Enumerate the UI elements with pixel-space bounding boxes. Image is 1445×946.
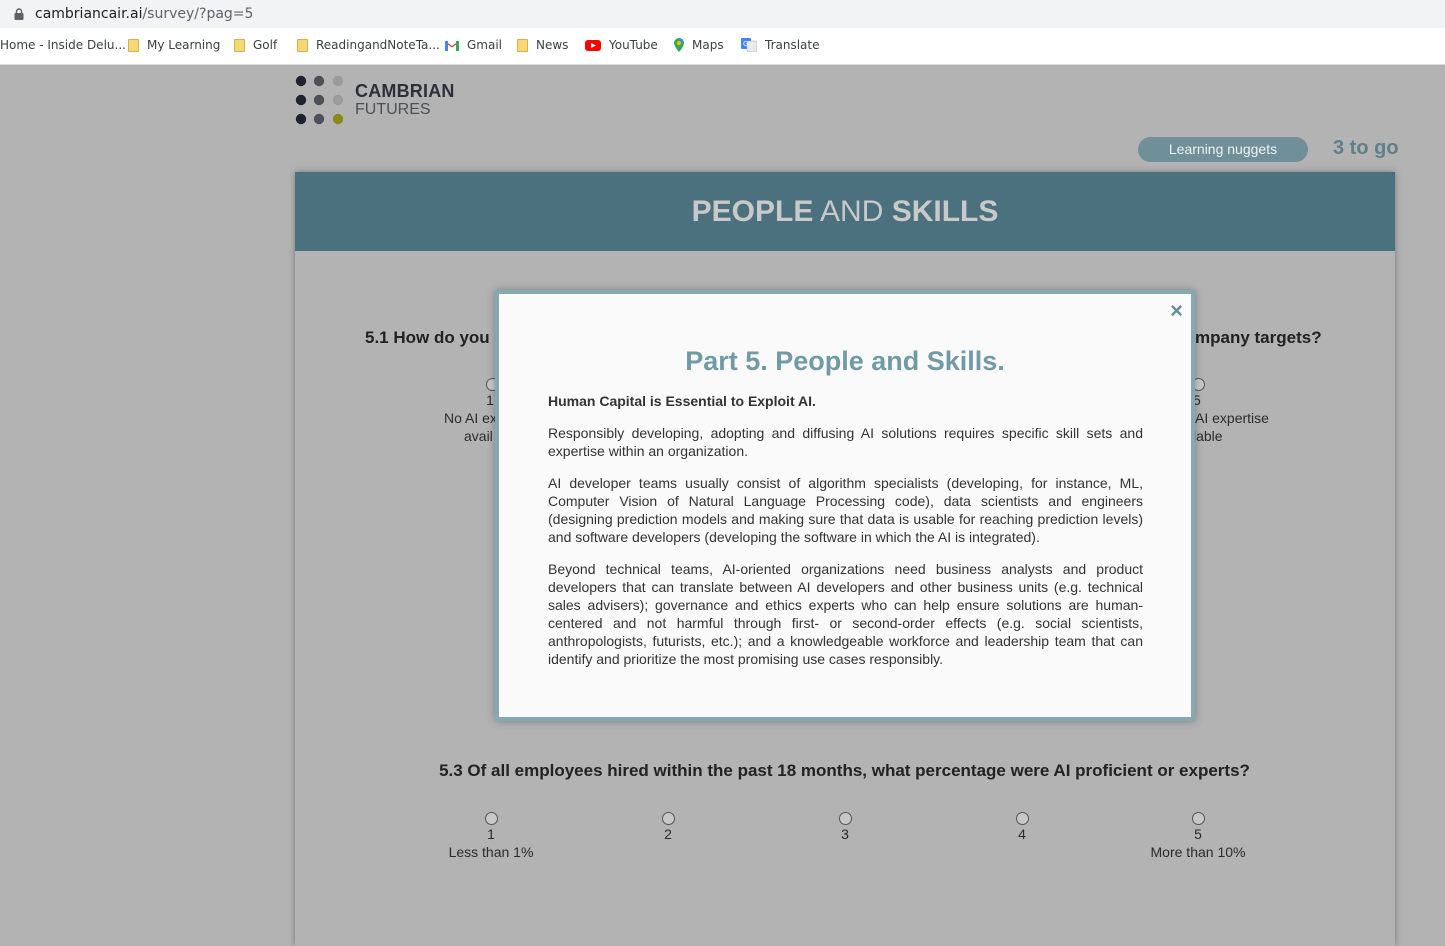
bookmark-label: Golf	[253, 38, 278, 52]
radio-button[interactable]	[838, 812, 852, 825]
translate-icon: G	[741, 38, 757, 52]
bookmark-label: Gmail	[467, 38, 503, 52]
bookmark-youtube[interactable]: YouTube	[585, 38, 658, 52]
modal-paragraph: Responsibly developing, adopting and dif…	[548, 425, 1143, 459]
option-number: 4	[1018, 826, 1026, 842]
option-number: 5	[1194, 826, 1202, 842]
radio-button[interactable]	[661, 812, 675, 825]
browser-address-bar[interactable]: cambriancair.ai/survey/?pag=5	[0, 0, 1445, 28]
option-label: Less than 1%	[448, 844, 534, 860]
question-5-3-text: 5.3 Of all employees hired within the pa…	[0, 761, 1445, 781]
section-title-word: SKILLS	[891, 195, 999, 228]
modal-body: Human Capital is Essential to Exploit AI…	[548, 392, 1143, 682]
section-title-word: PEOPLE	[691, 195, 814, 228]
cambrian-logo[interactable]: CAMBRIAN FUTURES	[295, 75, 455, 127]
youtube-icon	[585, 39, 601, 51]
question-5-3-option-3[interactable]: 3	[795, 812, 895, 843]
folder-icon	[297, 38, 308, 52]
url-text[interactable]: cambriancair.ai/survey/?pag=5	[35, 6, 253, 22]
bookmark-label: Maps	[692, 38, 724, 52]
folder-icon	[234, 38, 245, 52]
option-number: 3	[841, 826, 849, 842]
logo-text-line1: CAMBRIAN	[355, 81, 455, 101]
bookmark-label: Translate	[765, 38, 820, 52]
bookmark-home[interactable]: Home - Inside Delu...	[0, 38, 126, 52]
modal-paragraph: Beyond technical teams, AI-oriented orga…	[548, 561, 1143, 667]
modal-lead: Human Capital is Essential to Exploit AI…	[548, 393, 816, 409]
option-label: lable	[1193, 428, 1223, 444]
bookmark-label: Home - Inside Delu...	[0, 38, 126, 52]
question-5-3-option-1[interactable]: 1 Less than 1%	[441, 812, 541, 861]
svg-text:G: G	[743, 40, 748, 48]
question-5-1-suffix: mpany targets?	[1195, 328, 1322, 347]
question-5-3-option-2[interactable]: 2	[618, 812, 718, 843]
modal-title: Part 5. People and Skills.	[685, 346, 1005, 376]
folder-icon	[128, 38, 139, 52]
modal-paragraph: AI developer teams usually consist of al…	[548, 475, 1143, 545]
option-label: More than 10%	[1150, 844, 1246, 860]
lock-icon	[14, 8, 24, 20]
option-label: AI expertise	[1195, 410, 1269, 426]
learning-nugget-modal: × Part 5. People and Skills. Human Capit…	[495, 290, 1195, 721]
radio-button[interactable]	[484, 812, 498, 825]
bookmark-label: My Learning	[147, 38, 221, 52]
bookmark-label: YouTube	[609, 38, 658, 52]
logo-text-line2: FUTURES	[355, 101, 431, 118]
question-5-1-option-5[interactable]: 5 AI expertise lable	[1192, 378, 1282, 445]
remaining-count: 3 to go	[1333, 137, 1399, 159]
maps-icon	[674, 38, 684, 52]
bookmark-maps[interactable]: Maps	[674, 38, 724, 52]
gmail-icon	[445, 40, 459, 51]
section-title: PEOPLE AND SKILLS	[295, 172, 1395, 251]
bookmark-label: ReadingandNoteTa...	[316, 38, 440, 52]
radio-button[interactable]	[1015, 812, 1029, 825]
question-5-3-option-4[interactable]: 4	[972, 812, 1072, 843]
bookmarks-bar: Home - Inside Delu... My Learning Golf R…	[0, 28, 1445, 65]
question-5-1-prefix: 5.1 How do you	[365, 328, 490, 347]
bookmark-golf[interactable]: Golf	[234, 38, 277, 52]
bookmark-label: News	[536, 38, 569, 52]
url-host: cambriancair.ai	[35, 6, 143, 22]
learning-nuggets-button[interactable]: Learning nuggets	[1138, 137, 1308, 162]
bookmark-news[interactable]: News	[517, 38, 568, 52]
option-number: 1	[487, 826, 495, 842]
close-icon[interactable]: ×	[1170, 298, 1183, 324]
bookmark-my-learning[interactable]: My Learning	[128, 38, 220, 52]
bookmark-reading[interactable]: ReadingandNoteTa...	[297, 38, 440, 52]
url-path: /survey/?pag=5	[142, 6, 254, 22]
bookmark-gmail[interactable]: Gmail	[445, 38, 502, 52]
option-number: 2	[664, 826, 672, 842]
logo-dots-icon	[295, 75, 344, 125]
bookmark-translate[interactable]: G Translate	[741, 38, 820, 52]
section-title-word: AND	[820, 195, 884, 228]
radio-button[interactable]	[1191, 812, 1205, 825]
question-text: 5.3 Of all employees hired within the pa…	[439, 761, 1250, 780]
folder-icon	[517, 38, 528, 52]
question-5-3-option-5[interactable]: 5 More than 10%	[1138, 812, 1258, 861]
option-number: 5	[1193, 392, 1201, 408]
